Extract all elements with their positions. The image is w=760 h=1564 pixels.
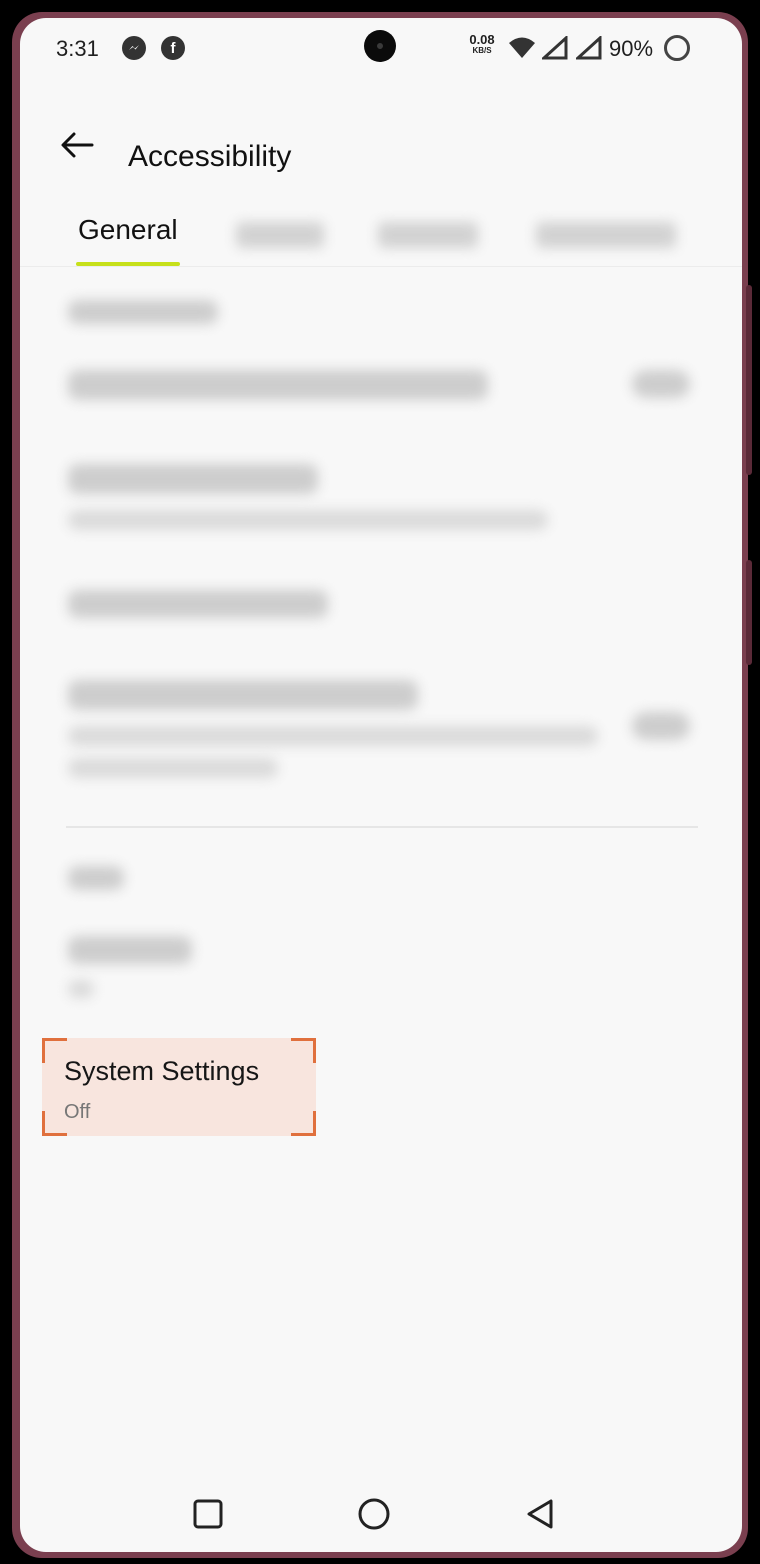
screen: 3:31 f 0.08 KB/S 90% Accessibility Gener… [20,18,742,1552]
home-button[interactable] [354,1494,394,1534]
system-settings-title: System Settings [64,1056,260,1086]
app-bar: Accessibility [20,108,742,188]
net-speed: 0.08 KB/S [464,33,500,56]
battery-icon [664,35,690,61]
blurred-section-header [68,866,124,890]
arrow-left-icon [61,132,94,158]
status-bar: 3:31 f 0.08 KB/S 90% [20,18,742,76]
side-button [746,285,752,475]
blurred-setting-subtitle [68,726,598,746]
blurred-setting-row[interactable] [68,680,418,710]
back-button[interactable] [58,125,98,165]
back-nav-button[interactable] [520,1494,560,1534]
blurred-setting-row[interactable] [68,936,192,964]
signal-icon [576,36,602,60]
blurred-setting-row[interactable] [68,590,328,618]
front-camera [364,30,396,62]
blurred-setting-subtitle [68,758,278,778]
recents-square-icon [193,1499,223,1529]
tab-blurred[interactable] [236,222,324,248]
battery-percent: 90% [609,36,654,61]
system-settings-item[interactable]: System Settings Off [42,1038,316,1136]
tab-blurred[interactable] [536,222,676,248]
blurred-setting-row[interactable] [68,464,318,494]
page-title: Accessibility [128,140,292,173]
tab-general[interactable]: General [78,214,178,246]
signal-icon [542,36,568,60]
blurred-toggle[interactable] [632,712,690,740]
side-button [746,560,752,665]
navigation-bar [20,1476,742,1552]
clock: 3:31 [56,36,99,61]
highlight-corner [291,1038,316,1063]
facebook-icon: f [161,36,185,60]
highlight-corner [291,1111,316,1136]
divider [66,826,698,828]
tab-blurred[interactable] [378,222,478,248]
blurred-section-header [68,300,218,324]
blurred-toggle[interactable] [632,370,690,398]
messenger-icon [122,36,146,60]
blurred-setting-subtitle [68,510,548,530]
system-settings-value: Off [64,1101,91,1123]
wifi-icon [509,37,535,58]
home-circle-icon [358,1498,390,1530]
blurred-setting-row[interactable] [68,370,488,400]
recents-button[interactable] [188,1494,228,1534]
tab-indicator [76,262,180,266]
back-triangle-icon [527,1499,553,1529]
tab-bar: General [20,204,742,267]
blurred-setting-subtitle [68,980,94,998]
